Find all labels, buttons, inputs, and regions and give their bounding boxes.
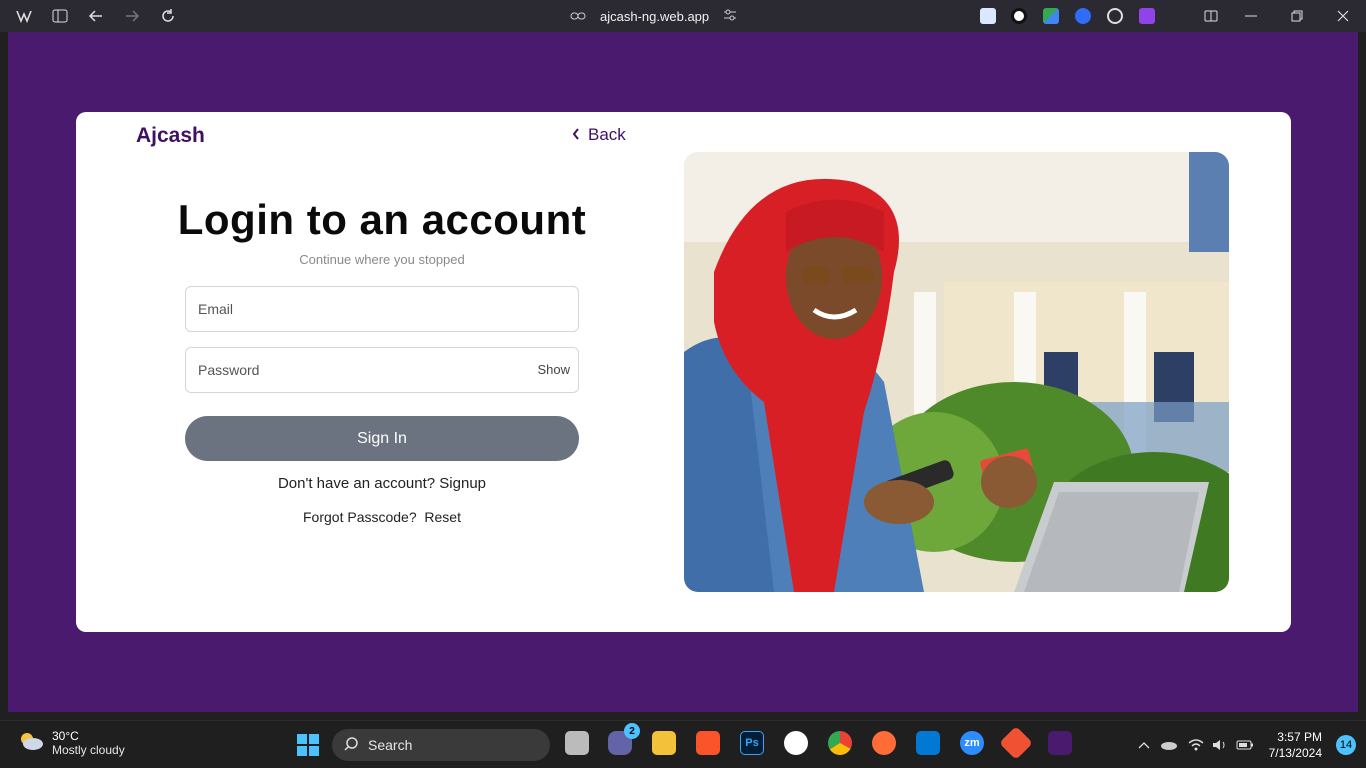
restore-icon[interactable] [1287,6,1307,26]
password-input[interactable] [186,348,578,392]
show-password-button[interactable]: Show [537,362,570,377]
mongodb-icon[interactable] [784,731,808,755]
weather-desc: Mostly cloudy [52,743,125,757]
reset-link[interactable]: Reset [424,509,461,525]
signup-prompt: Don't have an account? [277,475,436,492]
clock-date: 7/13/2024 [1268,746,1322,760]
password-field: Show [185,347,579,393]
extension-drive-icon[interactable] [1043,8,1059,24]
page-title: Login to an account [177,196,587,243]
page-subtitle: Continue where you stopped [299,252,465,267]
taskbar-search[interactable]: Search [332,729,550,761]
back-arrow-icon[interactable] [86,6,106,26]
search-label: Search [368,737,413,753]
browser-toolbar: ajcash-ng.web.app [0,0,1366,32]
weather-temp: 30°C [52,729,79,743]
hero-image [684,152,1229,592]
sidebar-toggle-icon[interactable] [50,6,70,26]
login-card: Ajcash Back Login to an account Continue… [76,112,1291,632]
cloud-icon [18,731,44,756]
email-input[interactable] [186,287,578,331]
start-windows-icon[interactable] [296,733,320,757]
clock-time: 3:57 PM [1277,730,1322,744]
forgot-prompt: Forgot Passcode? [303,509,417,525]
email-field [185,286,579,332]
reload-icon[interactable] [158,6,178,26]
link-icon [570,9,586,24]
file-explorer-icon[interactable] [652,731,676,755]
photoshop-icon[interactable]: Ps [740,731,764,755]
tray-chevron-icon[interactable] [1138,721,1150,768]
chat-badge: 2 [624,723,640,739]
sign-in-button[interactable]: Sign In [185,416,579,461]
extension-w-icon[interactable] [1011,8,1027,24]
address-bar[interactable]: ajcash-ng.web.app [570,0,737,32]
close-icon[interactable] [1333,6,1353,26]
extension-target-icon[interactable] [1107,8,1123,24]
minimize-icon[interactable] [1241,6,1261,26]
back-label: Back [588,125,626,144]
brand-logo[interactable]: Ajcash [136,124,205,148]
taskbar: 30°C Mostly cloudy Search 2 Ps zm 3:57 P… [0,720,1366,768]
zoom-icon[interactable]: zm [960,731,984,755]
volume-icon[interactable] [1212,721,1228,768]
extension-blue-icon[interactable] [1075,8,1091,24]
chevron-left-icon [572,125,580,145]
postman-icon[interactable] [872,731,896,755]
extension-purple-icon[interactable] [1139,8,1155,24]
clock[interactable]: 3:57 PM 7/13/2024 [1269,729,1322,761]
battery-icon[interactable] [1236,721,1254,768]
chat-icon[interactable]: 2 [608,723,640,755]
chrome-icon[interactable] [828,731,852,755]
signup-line: Don't have an account? Signup [76,475,688,492]
git-icon[interactable] [999,726,1033,760]
task-view-icon[interactable] [565,731,589,755]
weather-widget[interactable]: 30°C Mostly cloudy [18,729,125,757]
wifi-icon[interactable] [1188,721,1204,768]
page-background: Ajcash Back Login to an account Continue… [8,32,1358,712]
url-text[interactable]: ajcash-ng.web.app [600,9,709,24]
forward-arrow-icon[interactable] [122,6,142,26]
notification-badge[interactable]: 14 [1336,735,1356,755]
extension-notes-icon[interactable] [980,8,996,24]
site-settings-icon[interactable] [723,9,737,24]
browser-logo-icon[interactable] [14,6,34,26]
split-view-icon[interactable] [1201,6,1221,26]
onedrive-icon[interactable] [1160,721,1178,768]
vscode-icon[interactable] [916,731,940,755]
back-link[interactable]: Back [572,125,626,145]
brave-icon[interactable] [696,731,720,755]
reset-line: Forgot Passcode? Reset [76,509,688,525]
signup-link[interactable]: Signup [439,475,486,492]
search-icon [344,736,358,754]
active-browser-icon[interactable] [1048,731,1072,755]
